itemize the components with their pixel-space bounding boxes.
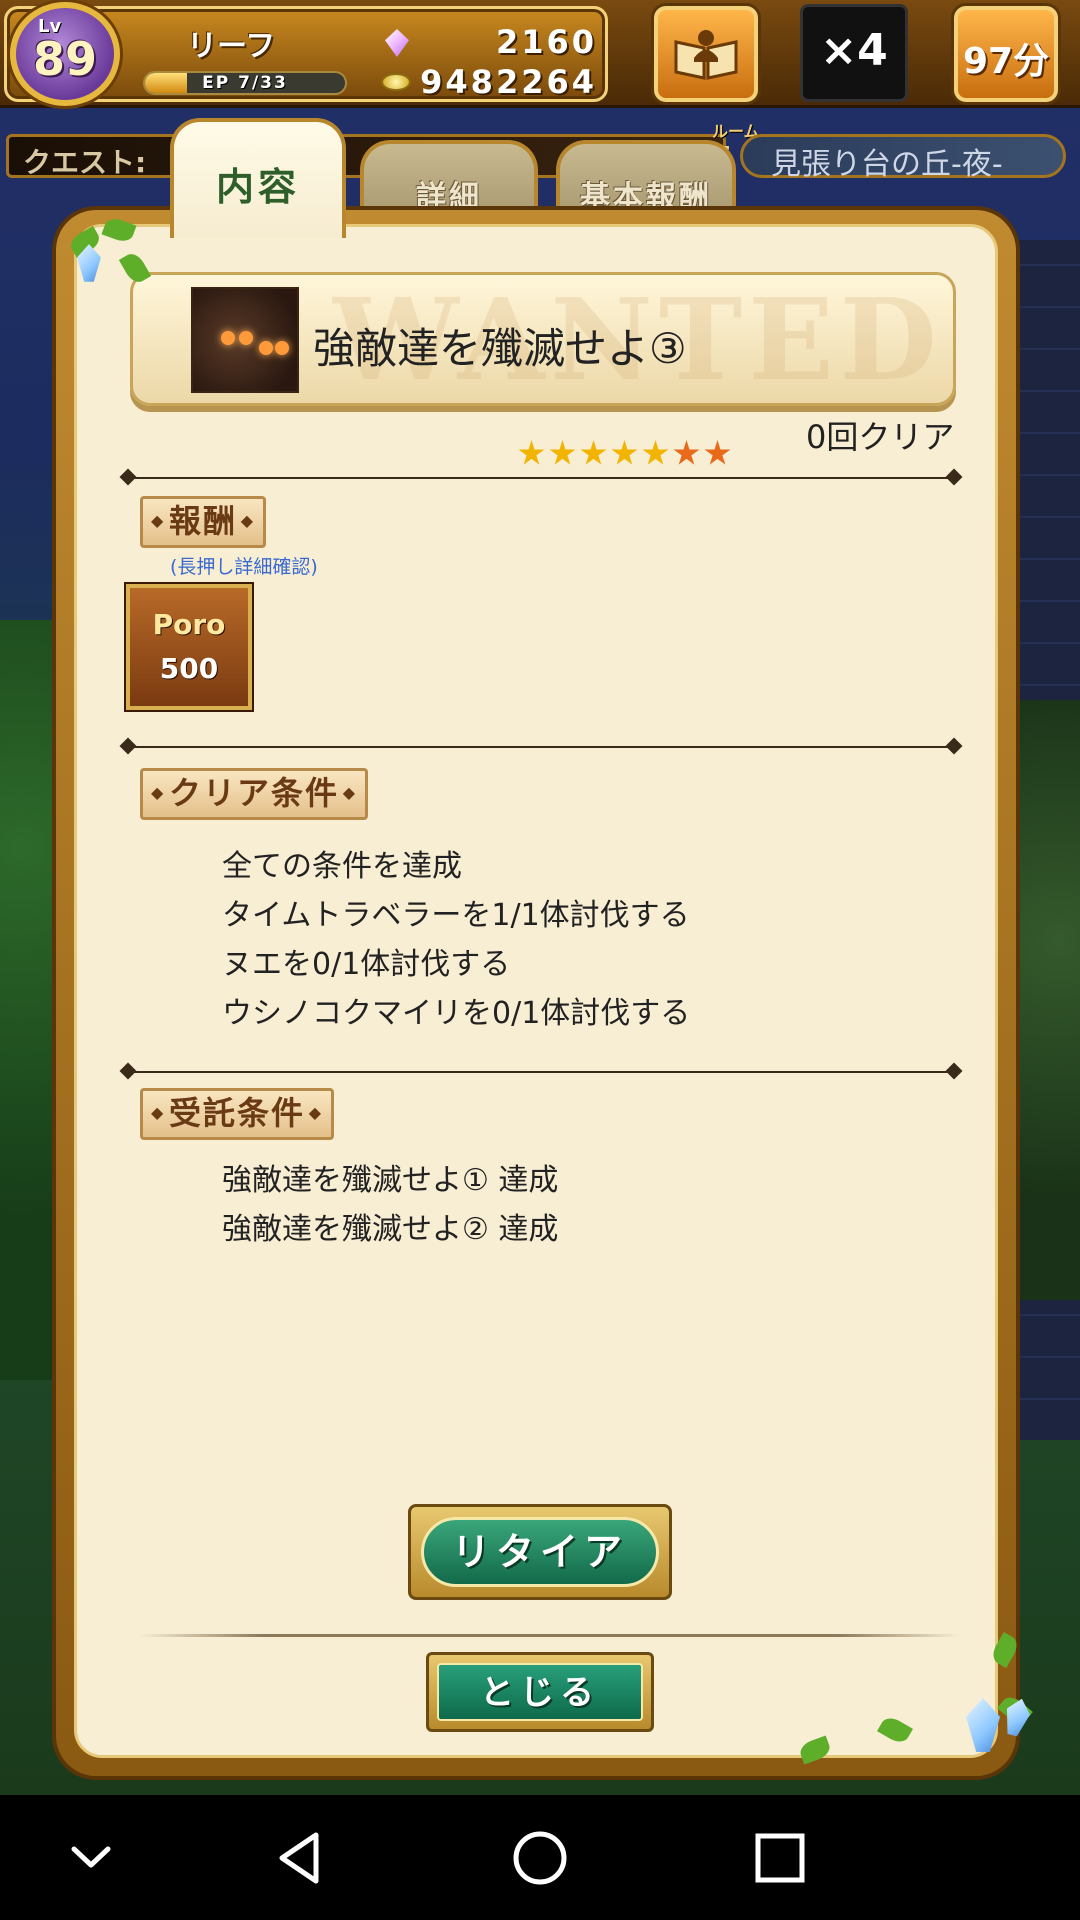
reward-item-amount: 500 xyxy=(159,652,219,685)
close-button-label: とじる xyxy=(480,1673,600,1713)
monster-eye xyxy=(259,341,273,355)
book-icon xyxy=(674,30,738,80)
divider xyxy=(126,746,956,748)
retire-button-label: リタイア xyxy=(451,1530,628,1574)
accept-conditions-list: 強敵達を殲滅せよ① 達成 強敵達を殲滅せよ② 達成 xyxy=(222,1156,558,1254)
system-nav-bar xyxy=(0,1795,1080,1920)
top-status-bar: リーフ EP 7/33 2160 9482264 Lv 89 ×4 97分 xyxy=(0,0,1080,108)
tab-content-label: 内容 xyxy=(215,165,300,209)
star-icon xyxy=(518,440,545,465)
star-icon xyxy=(549,440,576,465)
accept-conditions-title: 受託条件 xyxy=(140,1088,335,1140)
tab-content[interactable]: 内容 xyxy=(170,118,346,238)
star-icon xyxy=(611,440,638,465)
condition-item: タイムトラベラーを1/1体討伐する xyxy=(222,898,690,933)
star-icon xyxy=(642,440,669,465)
book-button[interactable] xyxy=(654,6,758,102)
retire-button[interactable]: リタイア xyxy=(408,1504,672,1600)
monster-eye xyxy=(221,331,235,345)
timer-text: 97分 xyxy=(962,41,1050,82)
gold-value: 9482264 xyxy=(420,63,597,101)
gem-icon xyxy=(385,29,409,57)
reward-item-name: Poro xyxy=(152,608,226,641)
back-icon[interactable] xyxy=(264,1823,334,1893)
difficulty-stars xyxy=(518,440,731,467)
clear-conditions-list: 全ての条件を達成 タイムトラベラーを1/1体討伐する ヌエを0/1体討伐する ウ… xyxy=(222,842,690,1038)
reward-section-title: 報酬 xyxy=(140,496,267,548)
tab-details[interactable]: 詳細 xyxy=(360,140,538,220)
timer-button[interactable]: 97分 xyxy=(954,6,1058,102)
condition-item: 強敵達を殲滅せよ② 達成 xyxy=(222,1212,559,1247)
star-icon xyxy=(704,440,731,465)
speed-button[interactable]: ×4 xyxy=(800,4,908,102)
close-button[interactable]: とじる xyxy=(426,1652,654,1732)
star-icon xyxy=(673,440,700,465)
star-icon xyxy=(580,440,607,465)
clear-count: 0回クリア xyxy=(806,418,955,456)
quest-strip-label: クエスト: xyxy=(23,146,147,179)
speed-text: ×4 xyxy=(820,25,888,76)
quest-title-card: WANTED 強敵達を殲滅せよ③ xyxy=(130,272,956,406)
divider xyxy=(126,1071,956,1073)
room-strip: 見張り台の丘-夜- xyxy=(740,134,1066,182)
chevron-down-icon[interactable] xyxy=(56,1823,126,1893)
divider xyxy=(140,1634,960,1637)
level-value: 89 xyxy=(32,32,97,86)
player-name: リーフ xyxy=(187,29,276,64)
condition-item: ウシノコクマイリを0/1体討伐する xyxy=(222,996,691,1031)
condition-item: ヌエを0/1体討伐する xyxy=(222,947,511,982)
tab-basic-reward[interactable]: 基本報酬 xyxy=(556,140,736,220)
quest-title: 強敵達を殲滅せよ③ xyxy=(313,324,687,373)
clear-conditions-title: クリア条件 xyxy=(140,768,369,820)
gems-value: 2160 xyxy=(495,23,597,61)
recent-apps-icon[interactable] xyxy=(745,1823,815,1893)
close-button-face: とじる xyxy=(437,1663,643,1721)
retire-button-face: リタイア xyxy=(421,1517,659,1587)
room-name: 見張り台の丘-夜- xyxy=(771,147,1003,182)
condition-item: 強敵達を殲滅せよ① 達成 xyxy=(222,1163,559,1198)
monster-eye xyxy=(239,331,253,345)
level-badge: Lv 89 xyxy=(10,2,120,106)
home-icon[interactable] xyxy=(505,1823,575,1893)
monster-eye xyxy=(275,341,289,355)
reward-hint: (長押し詳細確認) xyxy=(170,556,318,578)
ep-bar: EP 7/33 xyxy=(143,71,347,95)
condition-item: 全ての条件を達成 xyxy=(222,849,462,884)
ep-text: EP 7/33 xyxy=(202,73,288,93)
reward-item-poro[interactable]: Poro 500 xyxy=(126,584,252,710)
monster-thumbnail xyxy=(191,287,299,393)
divider xyxy=(126,477,956,479)
tree-right xyxy=(1010,700,1080,1300)
